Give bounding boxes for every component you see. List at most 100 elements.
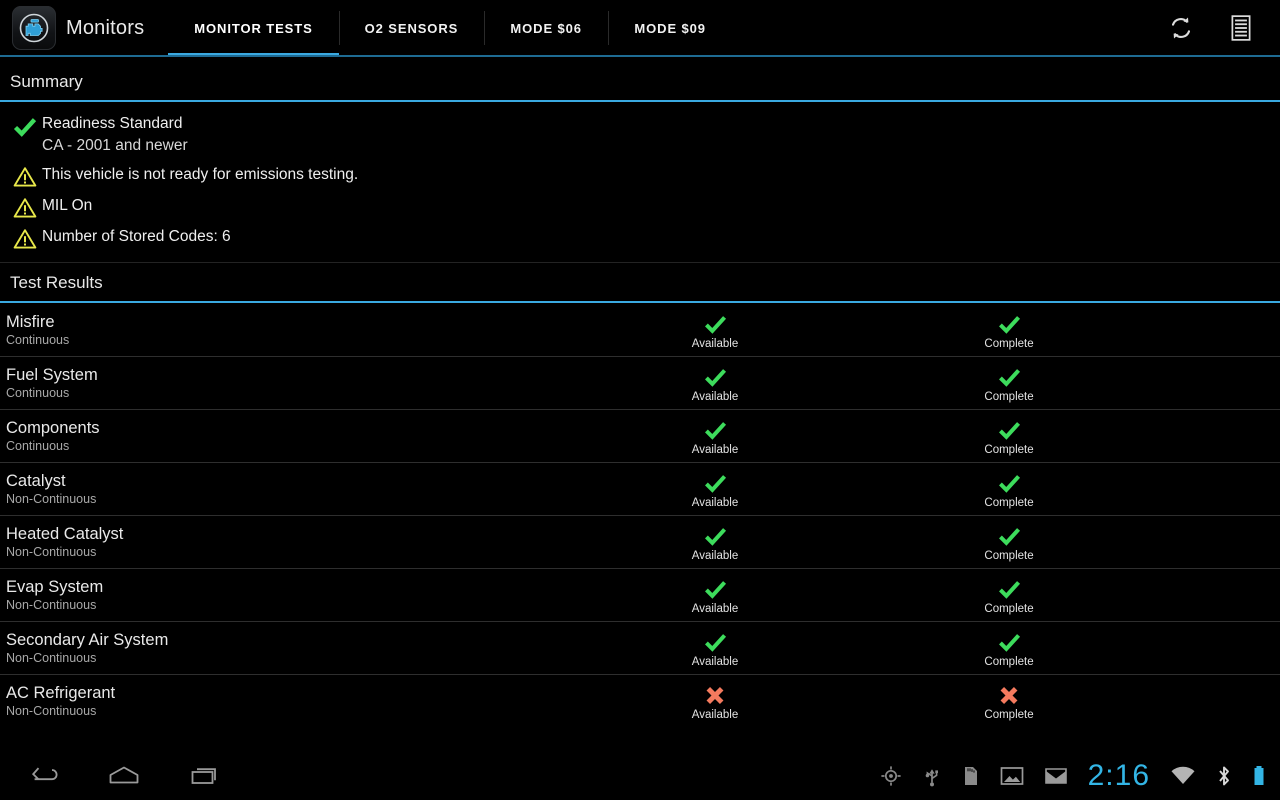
home-icon[interactable] [104,760,144,792]
check-icon [704,629,727,655]
row-name: Catalyst Non-Continuous [0,462,600,515]
status-label: Available [691,603,739,615]
summary-item-stored-codes: Number of Stored Codes: 6 [0,222,1280,253]
table-row[interactable]: Heated Catalyst Non-Continuous Available… [0,515,1280,568]
row-subtitle: Non-Continuous [6,544,97,559]
warning-icon [8,194,42,219]
check-icon [8,113,42,138]
system-navigation-bar: 2:16 [0,752,1280,800]
status-available: Available [600,568,830,621]
row-spacer [830,621,894,674]
check-icon [704,576,727,602]
row-end-pad [1124,621,1280,674]
action-bar-actions [1164,11,1280,45]
row-title: AC Refrigerant [6,683,116,702]
bluetooth-icon[interactable] [1216,765,1232,787]
row-spacer [830,568,894,621]
summary-item-line2: CA - 2001 and newer [42,137,188,154]
row-name: Fuel System Continuous [0,356,600,409]
check-icon [704,364,727,390]
row-spacer [830,356,894,409]
tab-monitor-tests[interactable]: MONITOR TESTS [168,0,340,57]
table-row[interactable]: Misfire Continuous Available Complete [0,303,1280,356]
image-icon[interactable] [1000,766,1024,786]
status-label: Complete [984,603,1034,615]
row-title: Evap System [6,577,104,596]
row-subtitle: Continuous [6,332,70,347]
tab-label: MODE $06 [510,20,582,36]
status-label: Available [691,709,739,721]
status-tray: 2:16 [880,761,1280,791]
table-row[interactable]: Secondary Air System Non-Continuous Avai… [0,621,1280,674]
row-name: Components Continuous [0,409,600,462]
row-name: Secondary Air System Non-Continuous [0,621,600,674]
check-icon [704,417,727,443]
list-view-icon[interactable] [1224,11,1258,45]
status-available: Available [600,303,830,356]
location-icon[interactable] [880,765,902,787]
status-complete: Complete [894,303,1124,356]
table-row[interactable]: Components Continuous Available Complete [0,409,1280,462]
row-end-pad [1124,515,1280,568]
check-icon [998,364,1021,390]
cross-icon [997,682,1021,708]
refresh-icon[interactable] [1164,11,1198,45]
status-available: Available [600,515,830,568]
table-row[interactable]: AC Refrigerant Non-Continuous Available [0,674,1280,727]
gmail-icon[interactable] [1044,766,1068,786]
status-available: Available [600,674,830,727]
tab-o2-sensors[interactable]: O2 SENSORS [338,0,485,56]
summary-list: Readiness Standard CA - 2001 and newer T… [0,102,1280,263]
usb-icon[interactable] [922,765,942,787]
status-label: Available [691,338,739,350]
check-icon [998,629,1021,655]
wifi-icon[interactable] [1170,766,1196,786]
row-end-pad [1124,409,1280,462]
summary-section: Summary Readiness Standard CA - 2001 and… [0,62,1280,727]
table-row[interactable]: Evap System Non-Continuous Available Com… [0,568,1280,621]
action-bar: Monitors MONITOR TESTS O2 SENSORS MODE $… [0,0,1280,57]
recents-icon[interactable] [186,760,226,792]
check-icon [704,311,727,337]
tab-mode-09[interactable]: MODE $09 [608,0,732,56]
status-label: Available [691,444,739,456]
back-icon[interactable] [22,760,62,792]
check-icon [704,523,727,549]
table-row[interactable]: Catalyst Non-Continuous Available Comple… [0,462,1280,515]
status-label: Complete [984,338,1034,350]
table-row[interactable]: Fuel System Continuous Available Complet… [0,356,1280,409]
row-subtitle: Non-Continuous [6,650,97,665]
app-screen: Monitors MONITOR TESTS O2 SENSORS MODE $… [0,0,1280,800]
battery-icon[interactable] [1252,765,1266,787]
tab-label: MODE $09 [634,20,706,36]
check-icon [998,311,1021,337]
tab-label: O2 SENSORS [364,20,459,36]
row-subtitle: Non-Continuous [6,703,97,718]
check-icon [704,470,727,496]
test-results-list: Misfire Continuous Available Complete Fu… [0,303,1280,727]
clock: 2:16 [1087,759,1150,792]
summary-item-line1: This vehicle is not ready for emissions … [42,166,359,183]
status-available: Available [600,356,830,409]
sd-card-icon[interactable] [962,765,980,787]
row-end-pad [1124,303,1280,356]
status-available: Available [600,462,830,515]
status-label: Complete [984,656,1034,668]
summary-item-not-ready: This vehicle is not ready for emissions … [0,160,1280,191]
nav-buttons [0,760,226,792]
tab-bar: MONITOR TESTS O2 SENSORS MODE $06 MODE $… [168,0,732,57]
row-title: Catalyst [6,471,66,490]
summary-header: Summary [0,62,1280,102]
status-label: Available [691,391,739,403]
test-results-title: Test Results [10,273,103,292]
app-title: Monitors [66,16,145,39]
check-icon [998,417,1021,443]
row-subtitle: Non-Continuous [6,491,97,506]
status-label: Complete [984,497,1034,509]
check-engine-icon[interactable] [12,6,56,50]
row-spacer [830,674,894,727]
row-end-pad [1124,462,1280,515]
tab-mode-06[interactable]: MODE $06 [484,0,608,56]
status-available: Available [600,409,830,462]
test-results-header: Test Results [0,263,1280,303]
